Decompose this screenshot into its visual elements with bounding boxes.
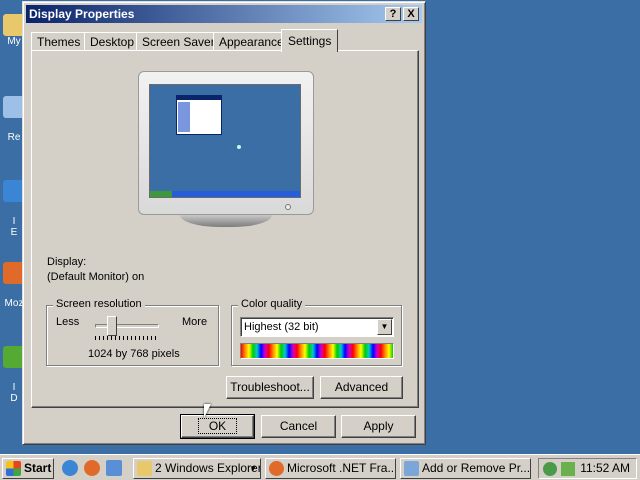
firefox-icon [269, 461, 284, 476]
close-button[interactable]: X [403, 7, 419, 21]
taskbar-item-label: Microsoft .NET Fra... [287, 461, 396, 475]
settings-panel: Display: (Default Monitor) on Screen res… [31, 50, 419, 408]
tab-appearance[interactable]: Appearance [213, 32, 290, 51]
firefox-icon[interactable] [84, 460, 100, 476]
chevron-down-icon: ▼ [249, 464, 257, 473]
preview-taskbar [150, 191, 300, 197]
troubleshoot-button[interactable]: Troubleshoot... [226, 376, 314, 399]
internet-explorer-icon[interactable] [62, 460, 78, 476]
taskbar-item-add-remove-programs[interactable]: Add or Remove Pr... [400, 458, 531, 479]
cancel-button[interactable]: Cancel [261, 415, 336, 438]
taskbar: Start 2 Windows Explorer ▼ Microsoft .NE… [0, 454, 640, 480]
ok-label: OK [197, 418, 238, 434]
display-label: Display: [47, 256, 87, 268]
advanced-button[interactable]: Advanced [320, 376, 403, 399]
windows-logo-icon [6, 461, 21, 476]
clock[interactable]: 11:52 AM [580, 461, 630, 475]
network-icon[interactable] [543, 462, 557, 476]
display-value: (Default Monitor) on [47, 271, 145, 283]
quick-launch-app-icon[interactable] [106, 460, 122, 476]
tab-desktop[interactable]: Desktop [84, 32, 141, 51]
color-quality-value: Highest (32 bit) [244, 321, 319, 333]
apply-button[interactable]: Apply [341, 415, 416, 438]
tab-screen-saver[interactable]: Screen Saver [136, 32, 221, 51]
title-bar[interactable]: Display Properties ? X [26, 5, 422, 23]
system-tray: 11:52 AM [538, 458, 637, 479]
start-button[interactable]: Start [2, 458, 54, 479]
preview-window [176, 95, 222, 135]
more-label: More [182, 316, 208, 328]
folder-icon [137, 461, 152, 476]
taskbar-item-windows-explorer[interactable]: 2 Windows Explorer ▼ [133, 458, 261, 479]
resolution-slider-thumb[interactable] [106, 316, 117, 336]
resolution-slider[interactable] [95, 316, 159, 336]
mouse-pointer-icon [204, 404, 211, 418]
color-quality-title: Color quality [238, 298, 306, 310]
tab-themes[interactable]: Themes [31, 32, 87, 51]
preview-cursor-icon [237, 145, 241, 149]
start-label: Start [24, 461, 52, 475]
monitor-screen [149, 84, 301, 198]
screen-resolution-title: Screen resolution [53, 298, 145, 310]
color-quality-group: Color quality Highest (32 bit) ▼ [231, 298, 402, 366]
help-button[interactable]: ? [385, 7, 401, 21]
screen-resolution-group: Screen resolution Less More 1024 by 768 … [46, 298, 219, 366]
color-quality-select[interactable]: Highest (32 bit) ▼ [240, 317, 394, 337]
taskbar-item-label: Add or Remove Pr... [422, 461, 531, 475]
add-remove-programs-icon [404, 461, 419, 476]
tab-settings[interactable]: Settings [281, 29, 339, 52]
taskbar-item-dotnet[interactable]: Microsoft .NET Fra... [265, 458, 396, 479]
monitor-preview [138, 71, 314, 215]
display-properties-dialog: Display Properties ? X Themes Desktop Sc… [22, 1, 426, 445]
dialog-title: Display Properties [29, 7, 135, 21]
less-label: Less [56, 316, 80, 328]
chevron-down-icon[interactable]: ▼ [377, 319, 392, 335]
slider-ticks [95, 336, 159, 340]
safely-remove-hardware-icon[interactable] [561, 462, 575, 476]
color-spectrum [240, 343, 394, 359]
power-button-icon [285, 204, 291, 210]
monitor-stand [180, 215, 272, 227]
resolution-value: 1024 by 768 pixels [88, 348, 180, 360]
ok-button[interactable]: OK [180, 414, 255, 439]
taskbar-item-label: 2 Windows Explorer [155, 461, 261, 475]
